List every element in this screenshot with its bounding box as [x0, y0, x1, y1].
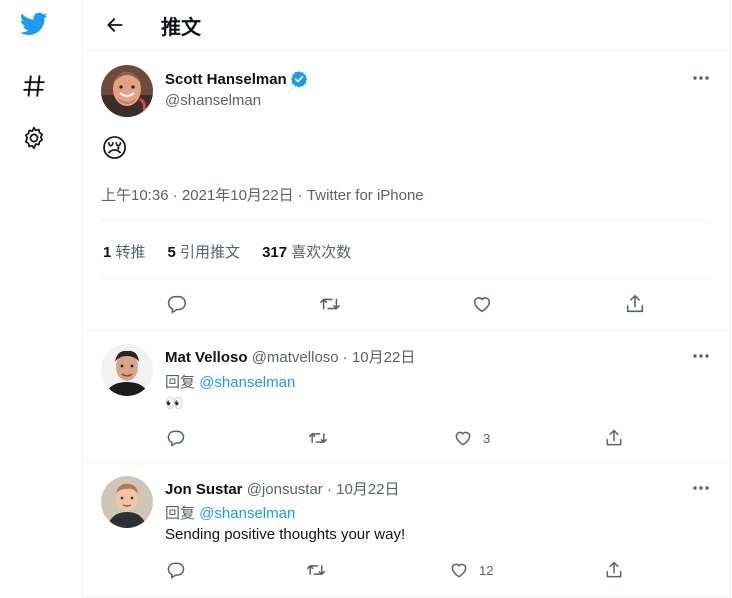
- page-title: 推文: [161, 17, 201, 39]
- reply-handle-date[interactable]: @jonsustar · 10月22日: [247, 481, 400, 498]
- heart-icon: [473, 297, 491, 313]
- tweet-content: 😢: [101, 133, 129, 163]
- likes-stat[interactable]: 317 喜欢次数: [262, 241, 351, 262]
- header-bar: 推文: [83, 0, 729, 51]
- back-button[interactable]: [97, 7, 133, 43]
- avatar-scott-hanselman[interactable]: [101, 65, 153, 117]
- mention-link[interactable]: @shanselman: [199, 505, 295, 522]
- retweet-button[interactable]: [318, 293, 342, 315]
- reply-reply-button[interactable]: [166, 428, 186, 448]
- reply-like-button[interactable]: 3: [453, 428, 490, 448]
- retweet-icon: [306, 565, 326, 575]
- reply-like-button[interactable]: 12: [449, 560, 493, 580]
- share-button[interactable]: [624, 293, 646, 315]
- heart-icon: [451, 563, 467, 578]
- tweet-timestamp[interactable]: 上午10:36 · 2021年10月22日 · Twitter for iPho…: [101, 184, 424, 205]
- reply-text: Sending positive thoughts your way!: [165, 526, 406, 543]
- share-icon: [606, 561, 622, 578]
- reply-more-button[interactable]: [687, 478, 715, 498]
- reply-retweet-button[interactable]: [305, 560, 327, 580]
- more-dots-icon: [693, 486, 709, 490]
- share-icon: [626, 294, 644, 313]
- twitter-logo-icon[interactable]: [12, 2, 56, 46]
- avatar-mat-velloso[interactable]: [101, 344, 153, 396]
- reply-share-button[interactable]: [604, 428, 624, 448]
- retweets-stat[interactable]: 1 转推: [103, 241, 146, 262]
- verified-badge-icon: [290, 71, 307, 88]
- divider: [83, 462, 729, 463]
- divider: [83, 330, 729, 331]
- reply-retweet-button[interactable]: [307, 428, 329, 448]
- reply-icon: [167, 562, 185, 579]
- hashtag-explore-icon[interactable]: [12, 64, 56, 108]
- reply-reply-button[interactable]: [166, 560, 186, 580]
- mention-link[interactable]: @shanselman: [199, 374, 295, 391]
- reply-handle-date[interactable]: @matvelloso · 10月22日: [252, 349, 416, 366]
- like-count: 3: [483, 430, 491, 446]
- reply-header: Mat Velloso @matvelloso · 10月22日: [165, 346, 415, 367]
- author-handle[interactable]: @shanselman: [165, 92, 261, 109]
- divider: [101, 220, 711, 221]
- replying-to: 回复 @shanselman: [165, 505, 296, 522]
- retweet-icon: [320, 298, 340, 310]
- more-dots-icon: [693, 76, 709, 80]
- quotes-stat[interactable]: 5 引用推文: [168, 241, 241, 262]
- author-name[interactable]: Scott Hanselman: [165, 71, 287, 88]
- settings-gear-icon[interactable]: [12, 116, 56, 160]
- retweet-icon: [308, 433, 328, 443]
- main-column: 推文 Scott Hanselman @shanselman 😢 上午10:36…: [82, 0, 730, 598]
- more-dots-icon: [693, 354, 709, 358]
- back-arrow-icon: [107, 18, 123, 32]
- heart-icon: [455, 431, 471, 446]
- reply-author-name[interactable]: Jon Sustar: [165, 481, 243, 498]
- divider: [101, 278, 711, 279]
- reply-more-button[interactable]: [687, 346, 715, 366]
- reply-header: Jon Sustar @jonsustar · 10月22日: [165, 478, 400, 499]
- left-nav: [0, 0, 82, 598]
- replying-to: 回复 @shanselman: [165, 374, 296, 391]
- reply-icon: [167, 295, 187, 314]
- tweet-stats: 1 转推 5 引用推文 317 喜欢次数: [103, 241, 351, 262]
- avatar-jon-sustar[interactable]: [101, 476, 153, 528]
- reply-text: 👀: [165, 395, 184, 412]
- reply-button[interactable]: [166, 293, 188, 315]
- like-count: 12: [479, 562, 494, 578]
- reply-author-name[interactable]: Mat Velloso: [165, 349, 248, 366]
- reply-icon: [167, 430, 185, 447]
- share-icon: [606, 429, 622, 446]
- reply-share-button[interactable]: [604, 560, 624, 580]
- tweet-more-button[interactable]: [687, 68, 715, 88]
- divider: [83, 596, 729, 597]
- like-button[interactable]: [471, 293, 493, 315]
